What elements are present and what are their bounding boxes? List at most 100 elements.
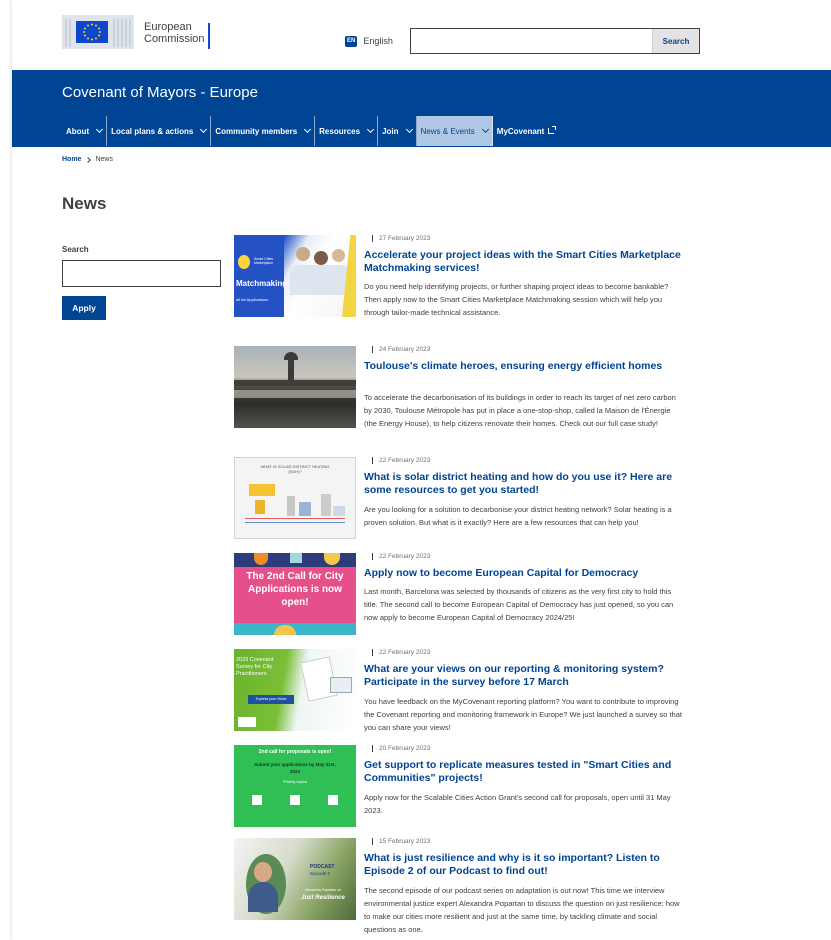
- nav-item-community-members[interactable]: Community members: [211, 116, 316, 146]
- news-date-text: 27 February 2023: [379, 235, 431, 242]
- nav-item-local-plans[interactable]: Local plans & actions: [107, 116, 212, 146]
- news-thumbnail[interactable]: The 2nd Call for City Applications is no…: [234, 553, 356, 635]
- nav-label: About: [66, 126, 90, 136]
- nav-label: Join: [382, 126, 399, 136]
- chevron-down-icon: [96, 125, 104, 134]
- breadcrumb-current: News: [95, 156, 113, 163]
- thumb-guest-name: Alexandra Popartan on: [305, 888, 341, 892]
- thumb-button: Express your Views: [248, 695, 294, 704]
- nav-item-resources[interactable]: Resources: [315, 116, 379, 146]
- chevron-down-icon: [367, 125, 375, 134]
- thumb-topics: Priority topics: [282, 779, 307, 784]
- nav-label: Resources: [319, 126, 361, 136]
- thumb-topic: Just Resilience: [301, 895, 345, 901]
- news-description: Last month, Barcelona was selected by th…: [364, 587, 674, 622]
- site-search-button[interactable]: Search: [652, 29, 699, 53]
- filter-search-input[interactable]: [62, 260, 221, 287]
- news-date: 22 February 2023: [372, 649, 430, 656]
- news-description: Apply now for the Scalable Cities Action…: [364, 793, 671, 815]
- european-commission-logo[interactable]: European Commission: [62, 15, 212, 55]
- site-title[interactable]: Covenant of Mayors - Europe: [62, 84, 258, 101]
- site-search: Search: [410, 28, 700, 54]
- news-description: Are you looking for a solution to decarb…: [364, 505, 672, 527]
- news-date: 22 February 2023: [372, 457, 430, 464]
- news-title-link[interactable]: Get support to replicate measures tested…: [364, 759, 694, 785]
- news-title-link[interactable]: Apply now to become European Capital for…: [364, 567, 694, 580]
- news-description: You have feedback on the MyCovenant repo…: [364, 697, 682, 732]
- news-date-text: 22 February 2023: [379, 457, 431, 464]
- language-code-badge: EN: [345, 35, 358, 47]
- thumb-small-text: Smart Cities Marketplace: [254, 257, 274, 265]
- news-thumbnail[interactable]: 2nd call for proposals is open! Submit y…: [234, 745, 356, 827]
- news-date-text: 20 February 2023: [379, 745, 431, 752]
- nav-label: MyCovenant: [496, 126, 545, 136]
- top-bar: European Commission EN English Search: [12, 0, 831, 70]
- commission-building-icon: [62, 15, 134, 49]
- news-item: 2nd call for proposals is open! Submit y…: [234, 745, 794, 837]
- logo-divider: [208, 23, 210, 49]
- breadcrumb-home[interactable]: Home: [62, 156, 81, 163]
- news-description: To accelerate the decarbonisation of its…: [364, 393, 676, 428]
- news-thumbnail[interactable]: Smart Cities Marketplace Matchmaking all…: [234, 235, 356, 317]
- thumb-headline: The 2nd Call for City Applications is no…: [246, 571, 344, 608]
- thumb-title: 2023 Covenant Survey for City Practition…: [236, 657, 274, 677]
- nav-label: News & Events: [420, 126, 475, 136]
- breadcrumb: Home News: [62, 156, 113, 163]
- news-date: 27 February 2023: [372, 235, 430, 242]
- news-title-link[interactable]: Toulouse's climate heroes, ensuring ener…: [364, 360, 694, 373]
- chevron-down-icon: [304, 125, 312, 134]
- language-label: English: [363, 36, 393, 46]
- chevron-down-icon: [481, 125, 489, 134]
- thumb-title: 2nd call for proposals is open!: [258, 749, 332, 755]
- nav-label: Local plans & actions: [111, 126, 194, 136]
- news-date: 24 February 2023: [372, 346, 430, 353]
- language-selector[interactable]: EN English: [345, 35, 393, 47]
- news-title-link[interactable]: What is solar district heating and how d…: [364, 471, 694, 497]
- news-thumbnail[interactable]: WHAT IS SOLAR DISTRICT HEATING (SDH)?: [234, 457, 356, 539]
- chevron-right-icon: [85, 156, 92, 163]
- filter-search-label: Search: [62, 245, 89, 254]
- thumb-sub-text: all for Applications: [236, 297, 269, 302]
- apply-button[interactable]: Apply: [62, 296, 106, 320]
- news-item: 24 February 2023 Toulouse's climate hero…: [234, 346, 794, 456]
- news-date-text: 24 February 2023: [379, 346, 431, 353]
- news-date: 22 February 2023: [372, 553, 430, 560]
- logo-line-2: Commission: [144, 33, 205, 45]
- news-item: 2023 Covenant Survey for City Practition…: [234, 649, 794, 744]
- news-date-text: 15 February 2023: [379, 838, 431, 845]
- nav-item-about[interactable]: About: [62, 116, 108, 146]
- nav-item-news-events[interactable]: News & Events: [416, 116, 493, 146]
- news-date: 15 February 2023: [372, 838, 430, 845]
- site-search-input[interactable]: [411, 29, 652, 53]
- news-date-text: 22 February 2023: [379, 649, 431, 656]
- news-title-link[interactable]: Accelerate your project ideas with the S…: [364, 249, 694, 275]
- news-thumbnail[interactable]: PODCAST Episode 2 Alexandra Popartan on …: [234, 838, 356, 920]
- main-nav: About Local plans & actions Community me…: [62, 116, 558, 146]
- chevron-down-icon: [200, 125, 208, 134]
- thumb-podcast-label: PODCAST: [310, 864, 335, 870]
- thumb-episode-label: Episode 2: [310, 871, 331, 876]
- news-description: The second episode of our podcast series…: [364, 886, 680, 934]
- news-item: Smart Cities Marketplace Matchmaking all…: [234, 235, 794, 345]
- news-date-text: 22 February 2023: [379, 553, 431, 560]
- thumb-subtitle: Submit your applications by May 31st, 20…: [254, 762, 336, 774]
- thumb-title: WHAT IS SOLAR DISTRICT HEATING (SDH)?: [260, 464, 330, 474]
- external-link-icon: [548, 126, 557, 134]
- site-header: Covenant of Mayors - Europe About Local …: [12, 70, 831, 147]
- thumb-big-text: Matchmaking: [236, 279, 288, 288]
- news-item: WHAT IS SOLAR DISTRICT HEATING (SDH)? 22…: [234, 457, 794, 552]
- news-description: Do you need help identifying projects, o…: [364, 282, 669, 317]
- news-item: The 2nd Call for City Applications is no…: [234, 553, 794, 648]
- nav-label: Community members: [215, 126, 298, 136]
- logo-line-1: European: [144, 21, 192, 33]
- news-thumbnail[interactable]: [234, 346, 356, 428]
- nav-item-join[interactable]: Join: [378, 116, 417, 146]
- news-item: PODCAST Episode 2 Alexandra Popartan on …: [234, 838, 794, 940]
- news-date: 20 February 2023: [372, 745, 430, 752]
- news-title-link[interactable]: What are your views on our reporting & m…: [364, 663, 694, 689]
- page-title: News: [62, 194, 107, 213]
- nav-item-mycovenant[interactable]: MyCovenant: [493, 116, 559, 146]
- chevron-down-icon: [405, 125, 413, 134]
- news-title-link[interactable]: What is just resilience and why is it so…: [364, 852, 694, 878]
- news-thumbnail[interactable]: 2023 Covenant Survey for City Practition…: [234, 649, 356, 731]
